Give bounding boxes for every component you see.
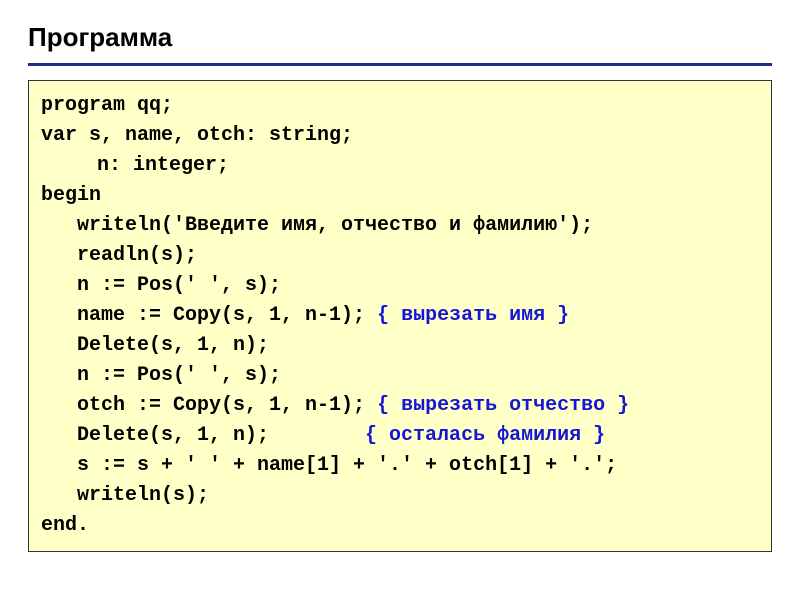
code-block: program qq; var s, name, otch: string; n… xyxy=(28,80,772,552)
code-line: begin xyxy=(41,181,759,211)
code-line: n := Pos(' ', s); xyxy=(41,271,759,301)
code-line: n := Pos(' ', s); xyxy=(41,361,759,391)
code-line: end. xyxy=(41,511,759,541)
code-text: otch := Copy(s, 1, n-1); xyxy=(77,394,377,417)
code-line: Delete(s, 1, n); xyxy=(41,331,759,361)
code-line: otch := Copy(s, 1, n-1); { вырезать отче… xyxy=(41,391,759,421)
code-text: Delete(s, 1, n); xyxy=(77,424,365,447)
code-line: n: integer; xyxy=(41,151,759,181)
code-line: Delete(s, 1, n); { осталась фамилия } xyxy=(41,421,759,451)
code-line: s := s + ' ' + name[1] + '.' + otch[1] +… xyxy=(41,451,759,481)
code-text: name := Copy(s, 1, n-1); xyxy=(77,304,377,327)
code-line: writeln('Введите имя, отчество и фамилию… xyxy=(41,211,759,241)
code-comment: { вырезать имя } xyxy=(377,304,569,327)
code-line: var s, name, otch: string; xyxy=(41,121,759,151)
code-comment: { вырезать отчество } xyxy=(377,394,629,417)
code-line: writeln(s); xyxy=(41,481,759,511)
code-line: readln(s); xyxy=(41,241,759,271)
code-line: program qq; xyxy=(41,91,759,121)
section-title: Программа xyxy=(28,22,772,66)
code-comment: { осталась фамилия } xyxy=(365,424,605,447)
code-line: name := Copy(s, 1, n-1); { вырезать имя … xyxy=(41,301,759,331)
